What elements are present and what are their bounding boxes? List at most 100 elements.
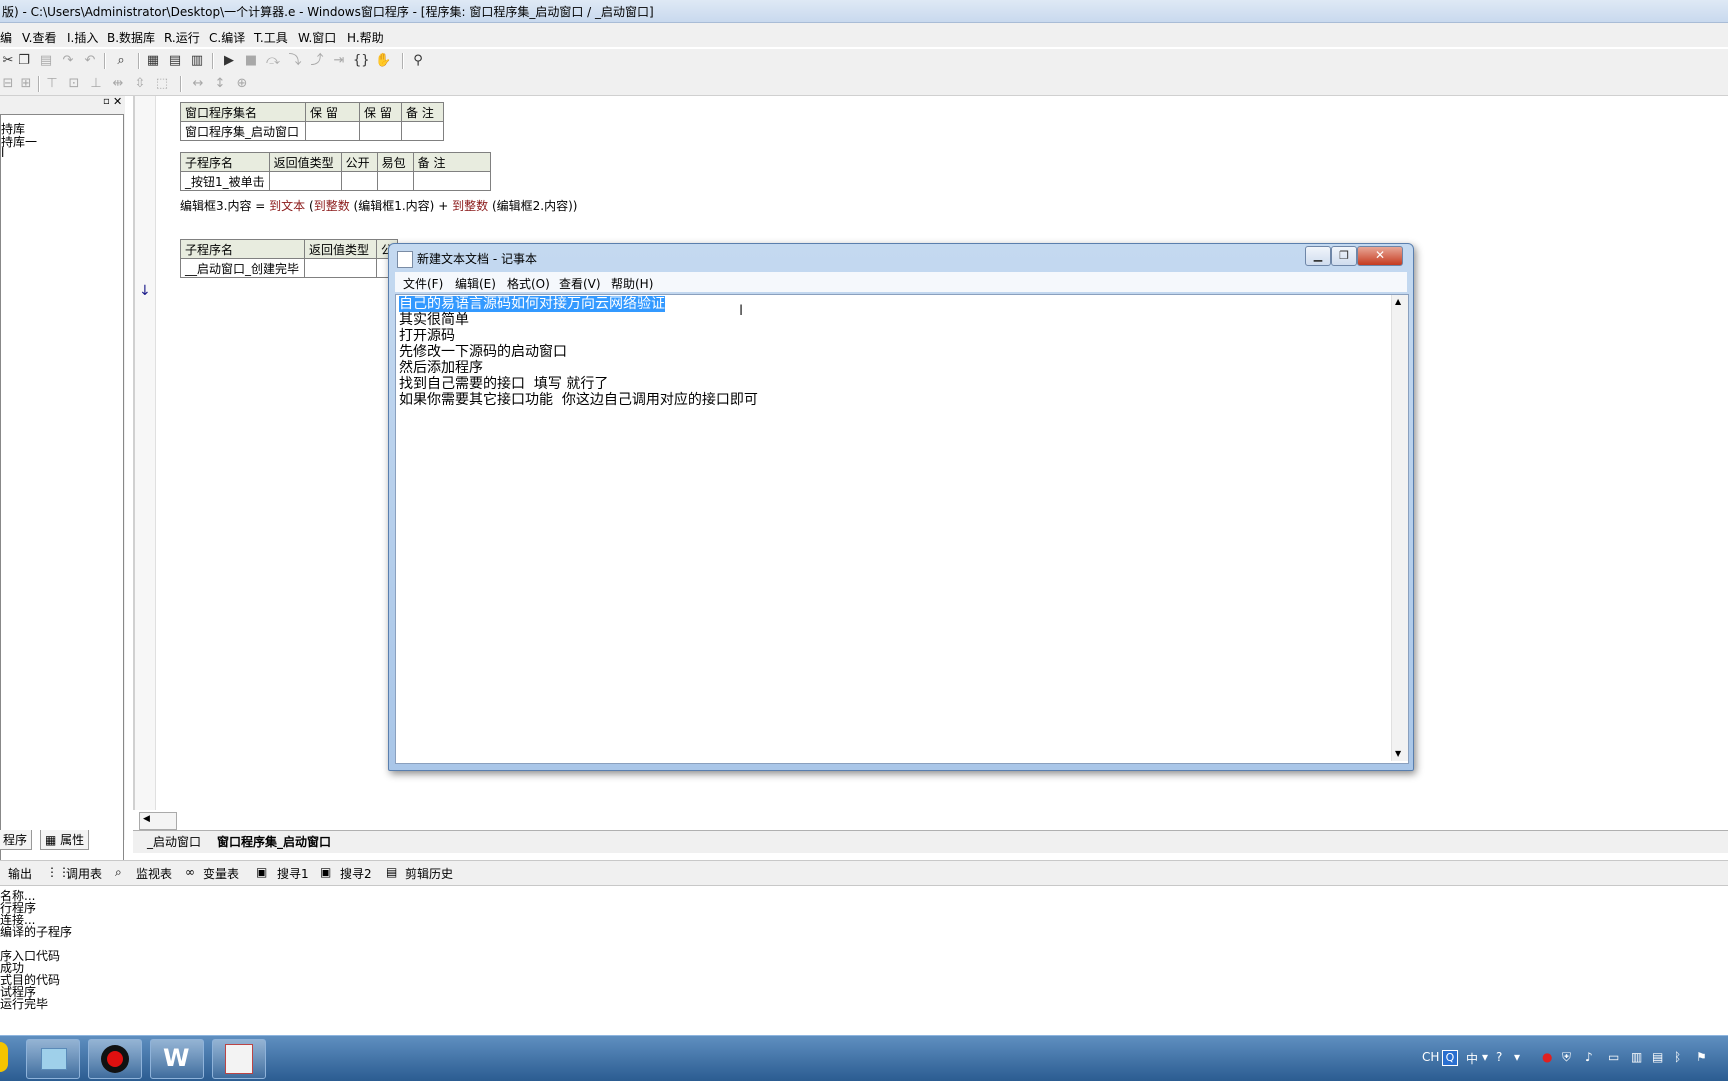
vertical-scrollbar[interactable]: ▲ ▼ [1391, 295, 1408, 761]
menu-help[interactable]: H.帮助 [347, 29, 384, 46]
scroll-up-icon[interactable]: ▲ [1395, 297, 1401, 306]
tab-properties[interactable]: ▦ 属性 [40, 830, 90, 850]
align-bottom-icon[interactable]: ⊥ [88, 76, 104, 92]
space-horizontal-icon[interactable]: ↔ [190, 76, 206, 92]
taskbar-app-explorer[interactable] [26, 1039, 80, 1079]
chevron-down-icon[interactable]: ▾ [1514, 1050, 1520, 1064]
start-button[interactable] [0, 1042, 8, 1072]
table-cell[interactable]: __启动窗口_创建完毕 [180, 258, 305, 278]
output-console[interactable]: 名称... 行程序 连接... 编译的子程序 序入口代码 成功 式目的代码 试程… [0, 886, 1728, 1032]
tray-app-icon[interactable]: ▤ [1652, 1050, 1663, 1064]
paste-icon[interactable]: ▤ [38, 53, 54, 69]
volume-icon[interactable]: ♪ [1585, 1050, 1593, 1064]
copy-icon[interactable]: ❐ [16, 53, 32, 69]
align-middle-icon[interactable]: ⊡ [66, 76, 82, 92]
horizontal-scrollbar[interactable]: ◀ [139, 812, 177, 830]
minimize-button[interactable]: ▁ [1305, 246, 1331, 266]
help-icon[interactable]: ? [1496, 1050, 1502, 1064]
run-to-cursor-icon[interactable]: ⇥ [331, 53, 347, 69]
menu-compile[interactable]: C.编译 [209, 29, 245, 46]
menu-help[interactable]: 帮助(H) [611, 275, 653, 292]
tab-output[interactable]: 输出 [8, 865, 32, 882]
hand-icon[interactable]: ✋ [375, 53, 391, 69]
tab-search1[interactable]: 搜寻1 [277, 865, 309, 882]
same-size-icon[interactable]: ⬚ [154, 76, 170, 92]
pin-icon[interactable]: ▫ [103, 96, 110, 107]
menu-file[interactable]: 文件(F) [403, 275, 443, 292]
step-over-icon[interactable]: ⤼ [265, 53, 281, 69]
table-cell[interactable] [401, 121, 444, 141]
align-center-icon[interactable]: ⊞ [18, 76, 34, 92]
layout-output-icon[interactable]: ▤ [167, 53, 183, 69]
layout-panel-icon[interactable]: ▦ [145, 53, 161, 69]
step-into-icon[interactable]: ⤵ [287, 53, 303, 69]
scroll-left-icon[interactable]: ◀ [143, 814, 150, 824]
tree-item[interactable]: l [1, 146, 4, 160]
menu-view[interactable]: V.查看 [22, 29, 56, 46]
layout-split-icon[interactable]: ▥ [189, 53, 205, 69]
cut-icon[interactable]: ✂ [0, 53, 16, 69]
tree-item[interactable]: 持库一 [1, 133, 37, 150]
binoculars-icon[interactable]: ⚲ [410, 53, 426, 69]
tab-program[interactable]: 程序 [0, 830, 33, 850]
program-tree[interactable]: 持库 持库一 l [0, 114, 124, 926]
code-line[interactable]: 编辑框3.内容 = 到文本 (到整数 (编辑框1.内容) + 到整数 (编辑框2… [180, 197, 577, 214]
undo-icon[interactable]: ↶ [82, 53, 98, 69]
action-center-icon[interactable]: ⚑ [1696, 1050, 1707, 1064]
same-height-icon[interactable]: ⇳ [132, 76, 148, 92]
tab-watch[interactable]: 监视表 [136, 865, 172, 882]
tab-clip-history[interactable]: 剪辑历史 [405, 865, 453, 882]
menu-run[interactable]: R.运行 [164, 29, 200, 46]
network-icon[interactable]: ▭ [1608, 1050, 1619, 1064]
breakpoint-icon[interactable]: {} [353, 53, 370, 69]
display-icon[interactable]: ▥ [1631, 1050, 1642, 1064]
menu-window[interactable]: W.窗口 [298, 29, 336, 46]
table-cell[interactable] [412, 171, 491, 191]
scroll-down-icon[interactable]: ▼ [1395, 749, 1401, 758]
menu-format[interactable]: 格式(O) [507, 275, 550, 292]
table-cell[interactable] [268, 171, 342, 191]
bluetooth-icon[interactable]: ᛒ [1674, 1050, 1681, 1064]
menu-edit[interactable]: 编辑(E) [455, 275, 496, 292]
table-cell[interactable]: 窗口程序集_启动窗口 [180, 121, 306, 141]
table-cell[interactable] [304, 258, 377, 278]
menu-view[interactable]: 查看(V) [559, 275, 601, 292]
menu-edit[interactable]: 编 [0, 29, 12, 46]
tray-ime-logo-icon[interactable]: Q [1442, 1050, 1458, 1066]
recording-tray-icon[interactable]: ● [1542, 1050, 1552, 1064]
table-cell[interactable] [376, 171, 414, 191]
run-icon[interactable]: ▶ [221, 53, 237, 69]
table-cell[interactable] [305, 121, 360, 141]
security-tray-icon[interactable]: ⛨ [1562, 1050, 1571, 1065]
menu-tools[interactable]: T.工具 [254, 29, 288, 46]
tab-call-table[interactable]: 调用表 [66, 865, 102, 882]
redo-icon[interactable]: ↷ [60, 53, 76, 69]
close-icon[interactable]: ✕ [113, 95, 122, 108]
align-left-icon[interactable]: ⊟ [0, 76, 16, 92]
maximize-button[interactable]: ❐ [1331, 246, 1357, 266]
table-cell[interactable]: _按钮1_被单击 [180, 171, 270, 191]
tab-variables[interactable]: 变量表 [203, 865, 239, 882]
close-button[interactable]: ✕ [1357, 246, 1403, 266]
stop-icon[interactable]: ■ [243, 53, 259, 69]
chevron-down-icon[interactable]: ▾ [1482, 1050, 1488, 1064]
tab-window-assembly[interactable]: 窗口程序集_启动窗口 [217, 833, 331, 850]
tray-ime-mode[interactable]: 中 [1466, 1050, 1478, 1067]
taskbar-app-notepad[interactable] [212, 1039, 266, 1079]
align-top-icon[interactable]: ⊤ [44, 76, 60, 92]
tab-startup-window[interactable]: _启动窗口 [147, 833, 201, 850]
tab-search2[interactable]: 搜寻2 [340, 865, 372, 882]
notepad-window[interactable]: 新建文本文档 - 记事本 ▁ ❐ ✕ 文件(F) 编辑(E) 格式(O) 查看(… [388, 243, 1414, 771]
notepad-text-area[interactable]: 自己的易语言源码如何对接万向云网络验证 其实很简单 打开源码 先修改一下源码的启… [395, 294, 1409, 764]
taskbar-app-ide[interactable]: W [150, 1039, 204, 1079]
same-width-icon[interactable]: ⇹ [110, 76, 126, 92]
step-out-icon[interactable]: ⤴ [309, 53, 325, 69]
tray-language[interactable]: CH [1422, 1050, 1439, 1064]
menu-database[interactable]: B.数据库 [107, 29, 155, 46]
table-cell[interactable] [340, 171, 378, 191]
table-cell[interactable] [359, 121, 402, 141]
center-form-icon[interactable]: ⊕ [234, 76, 250, 92]
space-vertical-icon[interactable]: ↕ [212, 76, 228, 92]
taskbar-app-recorder[interactable] [88, 1039, 142, 1079]
menu-insert[interactable]: I.插入 [67, 29, 98, 46]
